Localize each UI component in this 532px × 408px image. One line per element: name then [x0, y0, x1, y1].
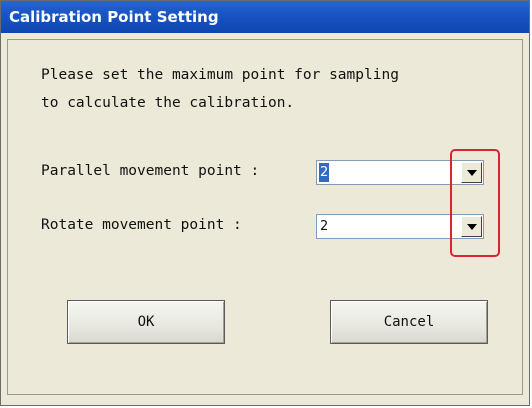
parallel-movement-label: Parallel movement point :: [41, 163, 260, 179]
ok-button[interactable]: OK: [67, 300, 225, 344]
rotate-movement-value: 2: [320, 219, 329, 234]
parallel-movement-value: 2: [319, 163, 330, 182]
calibration-dialog: Calibration Point Setting Please set the…: [0, 0, 530, 406]
dropdown-highlight-box: [450, 149, 500, 257]
dialog-title: Calibration Point Setting: [1, 1, 529, 33]
message-line-1: Please set the maximum point for samplin…: [41, 67, 399, 83]
rotate-movement-label: Rotate movement point :: [41, 217, 242, 233]
cancel-button[interactable]: Cancel: [330, 300, 488, 344]
message-line-2: to calculate the calibration.: [41, 95, 295, 111]
